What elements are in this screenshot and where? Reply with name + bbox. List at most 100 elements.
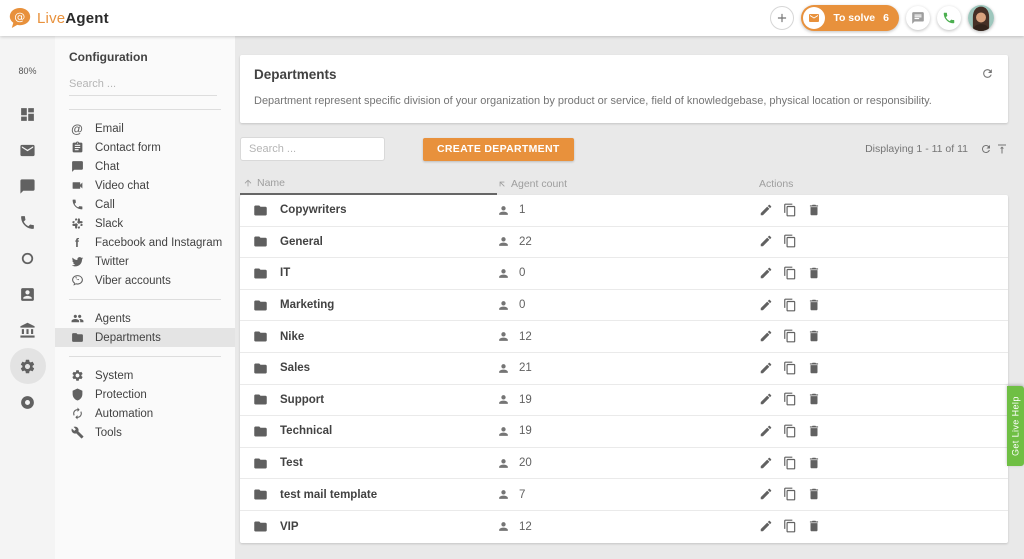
folder-icon bbox=[253, 234, 268, 249]
edit-button[interactable] bbox=[759, 361, 774, 376]
rail-calls-icon[interactable] bbox=[10, 204, 46, 240]
sidebar-item-call[interactable]: Call bbox=[55, 195, 235, 214]
scroll-top-button[interactable] bbox=[996, 143, 1008, 155]
messages-button[interactable] bbox=[906, 6, 930, 30]
person-icon bbox=[497, 425, 510, 438]
delete-button[interactable] bbox=[807, 361, 822, 376]
column-header-agent-count[interactable]: Agent count bbox=[497, 178, 759, 190]
divider bbox=[69, 299, 221, 300]
rail-configuration-icon[interactable] bbox=[10, 348, 46, 384]
sidebar-item-email[interactable]: @Email bbox=[55, 119, 235, 138]
sidebar-item-protection[interactable]: Protection bbox=[55, 385, 235, 404]
sidebar-item-label: Viber accounts bbox=[95, 275, 171, 287]
table-row[interactable]: Technical19 bbox=[240, 416, 1008, 448]
add-new-button[interactable] bbox=[770, 6, 794, 30]
edit-button[interactable] bbox=[759, 203, 774, 218]
rail-ring-icon[interactable] bbox=[10, 240, 46, 276]
copy-button[interactable] bbox=[783, 203, 798, 218]
sidebar-item-system[interactable]: System bbox=[55, 366, 235, 385]
delete-button[interactable] bbox=[807, 456, 822, 471]
edit-button[interactable] bbox=[759, 424, 774, 439]
table-row[interactable]: General22 bbox=[240, 227, 1008, 259]
copy-button[interactable] bbox=[783, 424, 798, 439]
edit-button[interactable] bbox=[759, 487, 774, 502]
sidebar-item-viber-accounts[interactable]: Viber accounts bbox=[55, 271, 235, 290]
sidebar-item-departments[interactable]: Departments bbox=[55, 328, 235, 347]
logo-bubble-icon: @ bbox=[8, 6, 32, 30]
user-avatar[interactable] bbox=[968, 5, 994, 31]
table-row[interactable]: Support19 bbox=[240, 385, 1008, 417]
edit-button[interactable] bbox=[759, 266, 774, 281]
rail-chats-icon[interactable] bbox=[10, 168, 46, 204]
sidebar-item-video-chat[interactable]: Video chat bbox=[55, 176, 235, 195]
table-row[interactable]: Test20 bbox=[240, 448, 1008, 480]
delete-button[interactable] bbox=[807, 519, 822, 534]
department-name-cell: Technical bbox=[240, 424, 497, 439]
call-button[interactable] bbox=[937, 6, 961, 30]
table-row[interactable]: Sales21 bbox=[240, 353, 1008, 385]
delete-button[interactable] bbox=[807, 424, 822, 439]
edit-button[interactable] bbox=[759, 519, 774, 534]
delete-button[interactable] bbox=[807, 298, 822, 313]
create-department-button[interactable]: CREATE DEPARTMENT bbox=[423, 138, 574, 161]
delete-button[interactable] bbox=[807, 487, 822, 502]
sidebar-item-facebook-and-instagram[interactable]: fFacebook and Instagram bbox=[55, 233, 235, 252]
sidebar-item-tools[interactable]: Tools bbox=[55, 423, 235, 442]
edit-button[interactable] bbox=[759, 392, 774, 407]
sidebar-item-chat[interactable]: Chat bbox=[55, 157, 235, 176]
refresh-icon bbox=[981, 67, 994, 80]
edit-button[interactable] bbox=[759, 234, 774, 249]
table-row[interactable]: IT0 bbox=[240, 258, 1008, 290]
sidebar-item-slack[interactable]: Slack bbox=[55, 214, 235, 233]
reload-list-button[interactable] bbox=[980, 143, 992, 155]
sidebar-item-twitter[interactable]: Twitter bbox=[55, 252, 235, 271]
table-row[interactable]: test mail template7 bbox=[240, 479, 1008, 511]
delete-button[interactable] bbox=[807, 203, 822, 218]
copy-button[interactable] bbox=[783, 361, 798, 376]
rail-customers-icon[interactable] bbox=[10, 276, 46, 312]
delete-button[interactable] bbox=[807, 266, 822, 281]
table-row[interactable]: Nike12 bbox=[240, 321, 1008, 353]
copy-button[interactable] bbox=[783, 298, 798, 313]
config-search-input[interactable] bbox=[69, 74, 217, 96]
table-row[interactable]: Copywriters1 bbox=[240, 195, 1008, 227]
copy-button[interactable] bbox=[783, 392, 798, 407]
sidebar-item-contact-form[interactable]: Contact form bbox=[55, 138, 235, 157]
to-solve-button[interactable]: To solve 6 bbox=[801, 5, 899, 31]
department-name: Marketing bbox=[280, 299, 334, 311]
agent-count-cell: 20 bbox=[497, 457, 759, 470]
table-row[interactable]: Marketing0 bbox=[240, 290, 1008, 322]
edit-button[interactable] bbox=[759, 456, 774, 471]
agent-count-cell: 7 bbox=[497, 488, 759, 501]
edit-button[interactable] bbox=[759, 298, 774, 313]
copy-button[interactable] bbox=[783, 329, 798, 344]
get-live-help-tab[interactable]: Get Live Help bbox=[1007, 386, 1024, 466]
rail-gamification-icon[interactable] bbox=[10, 384, 46, 420]
copy-button[interactable] bbox=[783, 234, 798, 249]
rail-dashboard-icon[interactable] bbox=[10, 96, 46, 132]
svg-text:@: @ bbox=[14, 11, 25, 24]
chat-icon bbox=[70, 160, 84, 174]
table-search-input[interactable] bbox=[240, 137, 385, 161]
copy-button[interactable] bbox=[783, 519, 798, 534]
rail-tickets-icon[interactable] bbox=[10, 132, 46, 168]
delete-button[interactable] bbox=[807, 392, 822, 407]
sidebar-item-automation[interactable]: Automation bbox=[55, 404, 235, 423]
copy-button[interactable] bbox=[783, 487, 798, 502]
table-row[interactable]: VIP12 bbox=[240, 511, 1008, 543]
refresh-button[interactable] bbox=[981, 67, 994, 80]
copy-button[interactable] bbox=[783, 266, 798, 281]
copy-icon bbox=[783, 329, 797, 343]
delete-button[interactable] bbox=[807, 329, 822, 344]
sidebar-item-agents[interactable]: Agents bbox=[55, 309, 235, 328]
liveagent-logo[interactable]: @ LiveAgent bbox=[8, 6, 109, 30]
copy-button[interactable] bbox=[783, 456, 798, 471]
person-icon bbox=[497, 235, 510, 248]
edit-icon bbox=[759, 298, 773, 312]
folder-icon bbox=[253, 519, 268, 534]
config-title: Configuration bbox=[55, 50, 235, 64]
page-title: Departments bbox=[254, 67, 337, 82]
edit-button[interactable] bbox=[759, 329, 774, 344]
column-header-name[interactable]: Name bbox=[240, 173, 497, 195]
rail-academy-icon[interactable] bbox=[10, 312, 46, 348]
